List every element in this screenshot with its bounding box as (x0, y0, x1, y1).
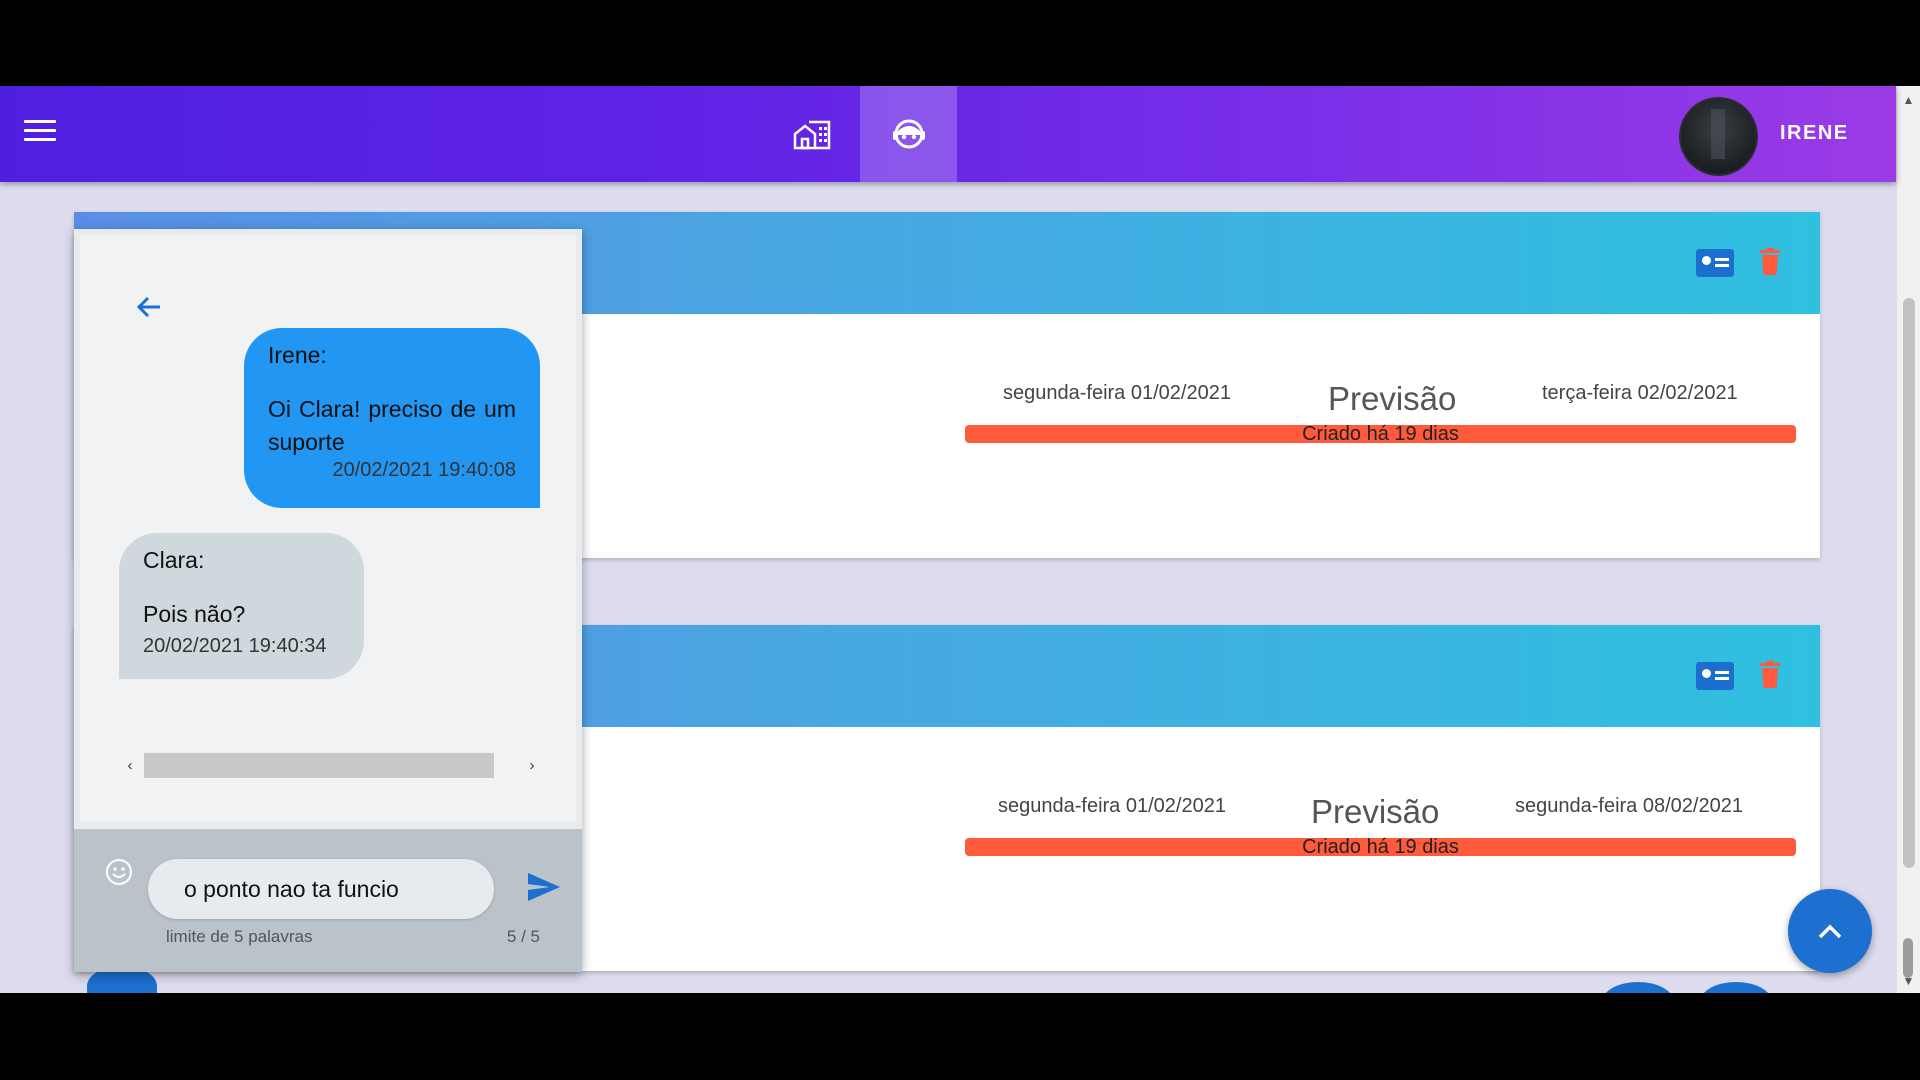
start-date: segunda-feira 01/02/2021 (998, 795, 1226, 817)
nav-tab-home[interactable] (763, 86, 860, 182)
fab-button[interactable] (1700, 982, 1772, 993)
send-icon[interactable] (526, 871, 562, 903)
emoji-icon[interactable] (104, 857, 134, 887)
horizontal-scrollbar[interactable]: ‹ › (119, 753, 543, 778)
chat-messages: Irene: Oi Clara! preciso de um suporte 2… (80, 235, 576, 822)
chat-panel: Irene: Oi Clara! preciso de um suporte 2… (74, 229, 582, 972)
forecast-label: Previsão (1311, 793, 1440, 830)
message-sender: Irene: (268, 342, 327, 368)
end-date: segunda-feira 08/02/2021 (1515, 795, 1743, 817)
home-building-icon (793, 120, 830, 150)
app-bar: IRENE (0, 86, 1896, 182)
scroll-down-icon[interactable]: ▼ (1897, 971, 1920, 991)
username-label[interactable]: IRENE (1780, 122, 1849, 145)
end-date: terça-feira 02/02/2021 (1542, 382, 1738, 404)
scroll-left-icon[interactable]: ‹ (119, 753, 141, 778)
message-text: Oi Clara! preciso de um suporte (268, 396, 516, 455)
scrollbar-thumb[interactable] (144, 753, 494, 778)
back-arrow-icon[interactable] (134, 292, 164, 322)
delete-icon[interactable] (1759, 661, 1781, 689)
nav-tab-support[interactable] (860, 86, 957, 182)
progress-bar: Criado há 19 dias (965, 836, 1796, 858)
message-bubble-received: Clara: Pois não? 20/02/2021 19:40:34 (119, 533, 364, 679)
forecast-label: Previsão (1328, 380, 1457, 417)
message-time: 20/02/2021 19:40:34 (143, 635, 327, 657)
contact-card-icon[interactable] (1696, 249, 1734, 277)
word-counter: 5 / 5 (506, 927, 540, 946)
progress-label: Criado há 19 dias (1302, 836, 1459, 858)
chat-footer: limite de 5 palavras 5 / 5 (74, 829, 582, 972)
menu-icon[interactable] (24, 120, 56, 148)
scroll-top-button[interactable] (1788, 889, 1872, 973)
page-scrollbar[interactable]: ▲ ▼ (1897, 86, 1920, 993)
message-bubble-sent: Irene: Oi Clara! preciso de um suporte 2… (244, 328, 540, 508)
message-input[interactable] (148, 859, 494, 919)
start-date: segunda-feira 01/02/2021 (1003, 382, 1231, 404)
message-sender: Clara: (143, 547, 205, 573)
support-agent-icon (892, 119, 925, 149)
input-hint: limite de 5 palavras (166, 927, 313, 946)
message-time: 20/02/2021 19:40:08 (332, 459, 516, 481)
chevron-up-icon (1818, 924, 1842, 939)
delete-icon[interactable] (1759, 248, 1781, 276)
contact-card-icon[interactable] (1696, 662, 1734, 690)
app-viewport: IRENE segunda-feira 01/02/2021 Previsão … (0, 86, 1920, 993)
progress-bar: Criado há 19 dias (965, 423, 1796, 445)
message-text: Pois não? (143, 601, 246, 627)
scrollbar-thumb[interactable] (1903, 298, 1915, 868)
scroll-up-icon[interactable]: ▲ (1897, 90, 1920, 110)
scroll-right-icon[interactable]: › (521, 753, 543, 778)
progress-label: Criado há 19 dias (1302, 423, 1459, 445)
avatar[interactable] (1679, 97, 1758, 176)
fab-button[interactable] (1602, 982, 1674, 993)
